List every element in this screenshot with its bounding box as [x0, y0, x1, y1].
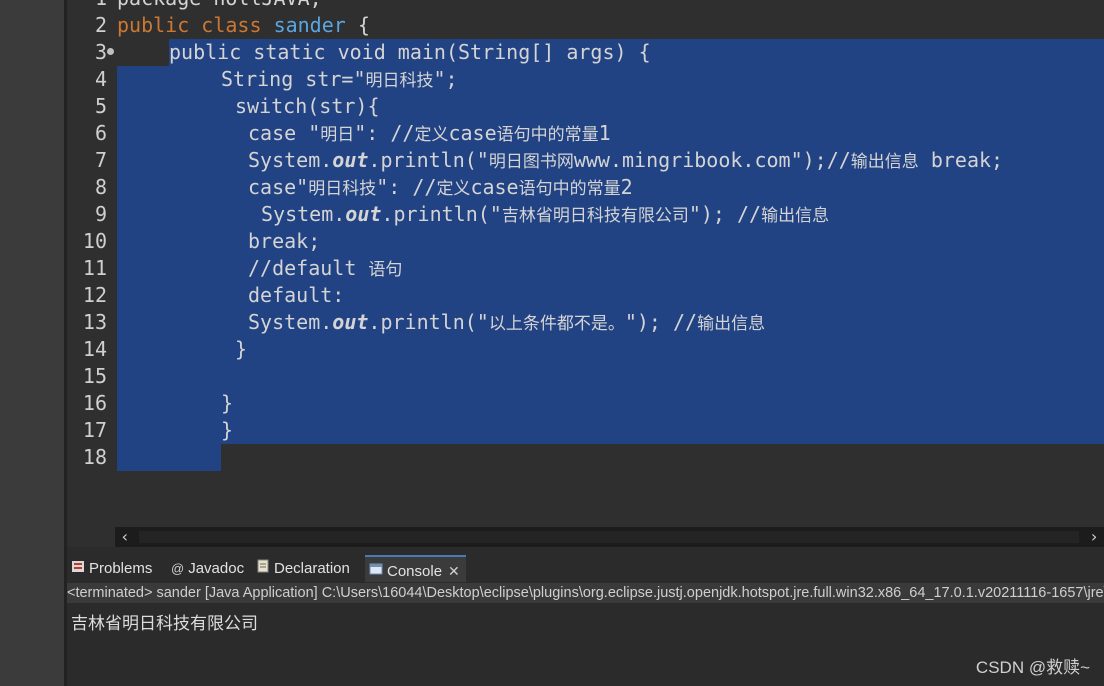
problems-icon [71, 555, 85, 583]
code-line[interactable]: 8 case"明日科技": //定义case语句中的常量2 [67, 174, 1104, 201]
line-number: 8 [94, 175, 107, 199]
code-line[interactable]: 9 System.out.println("吉林省明日科技有限公司"); //输出… [67, 201, 1104, 228]
code-line[interactable]: 15 [67, 363, 1104, 390]
code-text: //default 语句 [248, 256, 403, 280]
tab-declaration[interactable]: Declaration [256, 555, 350, 582]
left-gutter-strip [0, 0, 64, 686]
declaration-icon [256, 555, 270, 583]
code-line[interactable]: 18 [67, 444, 1104, 471]
code-text: } [235, 337, 248, 361]
code-line[interactable]: 11 //default 语句 [67, 255, 1104, 282]
line-number: 4 [94, 67, 107, 91]
code-text: break; [248, 229, 321, 253]
line-number: 14 [82, 337, 107, 361]
line-number: 17 [82, 418, 107, 442]
code-line[interactable]: 1 package hollJAVA; [67, 0, 1104, 12]
tab-problems[interactable]: Problems [71, 555, 152, 582]
code-line[interactable]: 6 case "明日": //定义case语句中的常量1 [67, 120, 1104, 147]
line-number: 5 [94, 94, 107, 118]
code-text: System.out.println("明日图书网www.mingribook.… [248, 148, 1004, 172]
line-number: 12 [82, 283, 107, 307]
code-line[interactable]: 7 System.out.println("明日图书网www.mingribook… [67, 147, 1104, 174]
console-panel: Problems @ Javadoc Declaration Console ✕ <… [67, 547, 1104, 686]
line-number: 18 [82, 445, 107, 469]
line-number: 9 [94, 202, 107, 226]
code-text: String str="明日科技"; [221, 67, 458, 91]
horizontal-scrollbar[interactable]: ‹ › [115, 527, 1104, 547]
code-text: package hollJAVA; [117, 0, 322, 12]
line-number: 1 [67, 0, 107, 12]
code-line[interactable]: 2 public class sander { [67, 12, 1104, 39]
code-editor[interactable]: 1 package hollJAVA; 2 public class sander {… [67, 0, 1104, 527]
code-text: case"明日科技": //定义case语句中的常量2 [248, 175, 633, 199]
line-number: 3 [94, 40, 107, 64]
code-line[interactable]: 17} [67, 417, 1104, 444]
line-number: 11 [82, 256, 107, 280]
code-line[interactable]: 14} [67, 336, 1104, 363]
line-number: 13 [82, 310, 107, 334]
line-number: 16 [82, 391, 107, 415]
line-number: 10 [82, 229, 107, 253]
code-text: public class sander { [117, 13, 370, 37]
tab-javadoc[interactable]: @ Javadoc [171, 555, 244, 582]
code-line[interactable]: 3 public static void main(String[] args) … [67, 39, 1104, 66]
code-text: default: [248, 283, 345, 307]
code-line[interactable]: 12 default: [67, 282, 1104, 309]
javadoc-icon: @ [171, 561, 185, 577]
tab-label: Declaration [274, 560, 350, 577]
fold-marker-icon[interactable] [107, 48, 114, 55]
code-text: public static void main(String[] args) { [169, 40, 651, 64]
console-icon [369, 558, 383, 586]
code-text: } [221, 391, 234, 415]
close-icon[interactable]: ✕ [448, 563, 460, 579]
terminated-status: <terminated> sander [Java Application] C… [67, 583, 1104, 603]
console-output: 吉林省明日科技有限公司 [71, 614, 258, 634]
code-text: System.out.println("以上条件都不是。"); //输出信息 [248, 310, 766, 334]
code-line[interactable]: 10 break; [67, 228, 1104, 255]
tab-label: Console [387, 563, 443, 580]
scroll-right-arrow-icon[interactable]: › [1084, 527, 1104, 547]
line-number: 7 [94, 148, 107, 172]
code-line[interactable]: 13 System.out.println("以上条件都不是。"); //输出信息 [67, 309, 1104, 336]
code-text: System.out.println("吉林省明日科技有限公司"); //输出信… [261, 202, 830, 226]
line-number: 15 [82, 364, 107, 388]
code-line[interactable]: 16} [67, 390, 1104, 417]
watermark: CSDN @救赎~ [975, 658, 1090, 677]
panel-tabs: Problems @ Javadoc Declaration Console ✕ [67, 555, 1104, 582]
tab-label: Javadoc [188, 560, 245, 577]
scroll-left-arrow-icon[interactable]: ‹ [115, 527, 135, 547]
scrollbar-thumb[interactable] [139, 531, 1079, 543]
tab-label: Problems [89, 560, 153, 577]
code-line[interactable]: 4 String str="明日科技"; [67, 66, 1104, 93]
code-text: switch(str){ [235, 94, 380, 118]
line-number: 2 [94, 13, 107, 37]
code-text: } [221, 418, 234, 442]
tab-console[interactable]: Console ✕ [365, 555, 466, 582]
line-number: 6 [94, 121, 107, 145]
code-text: case "明日": //定义case语句中的常量1 [248, 121, 611, 145]
code-line[interactable]: 5 switch(str){ [67, 93, 1104, 120]
